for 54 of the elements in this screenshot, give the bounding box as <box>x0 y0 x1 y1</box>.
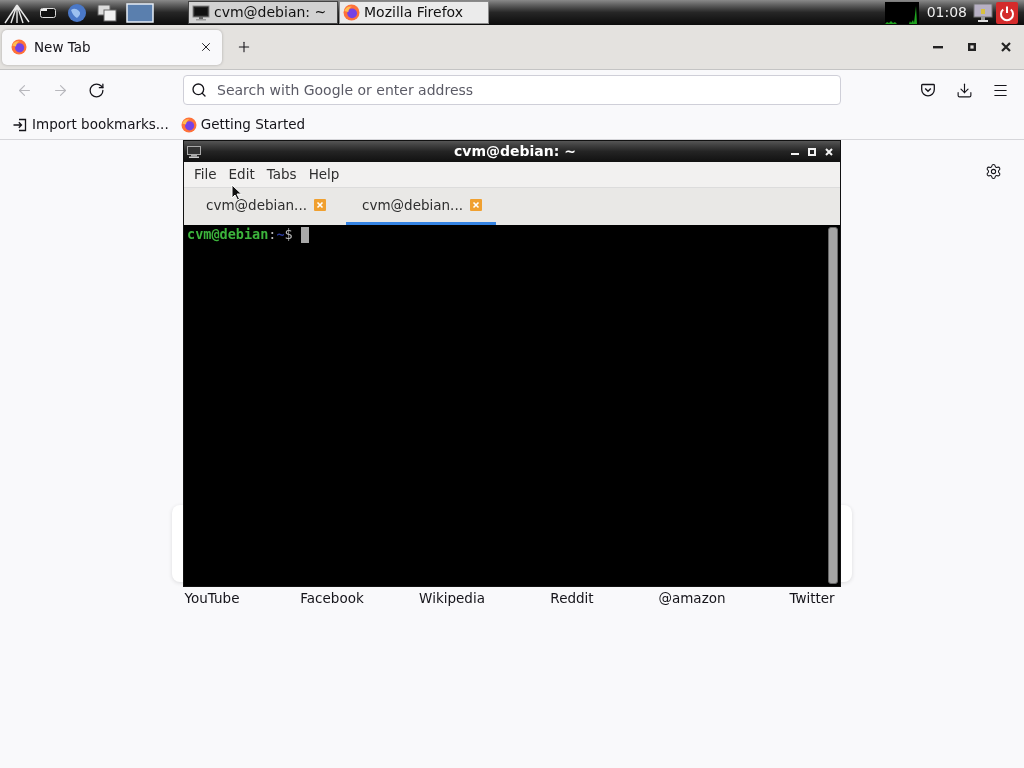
search-icon <box>191 82 207 98</box>
menu-item[interactable]: Help <box>302 163 346 186</box>
import-icon <box>12 116 28 133</box>
close-icon <box>1001 42 1011 52</box>
menu-item[interactable]: Tabs <box>260 163 303 186</box>
power-icon[interactable] <box>996 1 1018 24</box>
maximize-button[interactable] <box>806 145 818 158</box>
monitor-icon <box>192 4 210 21</box>
monitor-lock-icon[interactable] <box>973 2 993 23</box>
windows-icon[interactable] <box>97 3 117 22</box>
mouse-pointer-icon <box>231 184 243 201</box>
bookmark-item[interactable]: Import bookmarks... <box>9 112 172 137</box>
address-bar[interactable]: Search with Google or enter address <box>183 75 841 105</box>
settings-icon <box>984 162 1002 180</box>
close-button[interactable] <box>823 145 835 158</box>
plus-icon <box>236 39 252 55</box>
shortcut-link[interactable]: @amazon <box>658 588 726 609</box>
minimize-icon <box>933 45 943 49</box>
settings-button[interactable] <box>984 162 1002 180</box>
text-cursor <box>300 226 309 243</box>
terminal-tab[interactable]: cvm@debian... <box>190 188 340 225</box>
menu-item[interactable]: File <box>188 163 223 186</box>
shortcut-link[interactable]: Reddit <box>550 588 594 609</box>
folder-icon[interactable] <box>40 7 56 18</box>
prompt-symbol: $ <box>284 225 293 245</box>
cpu-usage-graph <box>884 1 919 24</box>
pocket-icon <box>920 82 936 98</box>
taskbar-button[interactable]: cvm@debian: ~ <box>188 1 338 24</box>
maximize-icon <box>808 147 816 156</box>
download-icon <box>955 81 973 99</box>
prompt-path: ~ <box>276 225 285 245</box>
prompt-separator: : <box>268 225 277 245</box>
firefox-icon <box>343 4 360 21</box>
clock: 01:08 <box>926 3 967 22</box>
prompt-user-host: cvm@debian <box>187 225 269 245</box>
terminal-icon <box>187 145 201 158</box>
menu-item[interactable]: Edit <box>222 163 261 186</box>
taskbar-button[interactable]: Mozilla Firefox <box>339 1 489 24</box>
browser-tab[interactable]: New Tab <box>2 29 222 65</box>
desktop-icon[interactable] <box>126 2 154 23</box>
shortcut-link[interactable]: YouTube <box>184 588 240 609</box>
shortcut-link[interactable]: Twitter <box>789 588 835 609</box>
shortcut-link[interactable]: Facebook <box>300 588 364 609</box>
firefox-icon <box>11 39 27 55</box>
scrollbar-thumb[interactable] <box>828 227 838 584</box>
maximize-icon <box>968 43 976 51</box>
terminal-title: cvm@debian: ~ <box>453 142 577 161</box>
shortcut-link[interactable]: Wikipedia <box>419 588 485 609</box>
firefox-icon <box>180 116 197 133</box>
tab-title: New Tab <box>34 37 91 57</box>
bookmark-item[interactable]: Getting Started <box>177 112 309 137</box>
close-icon[interactable] <box>199 40 213 54</box>
globe-icon[interactable] <box>67 2 87 23</box>
close-icon <box>825 147 833 156</box>
